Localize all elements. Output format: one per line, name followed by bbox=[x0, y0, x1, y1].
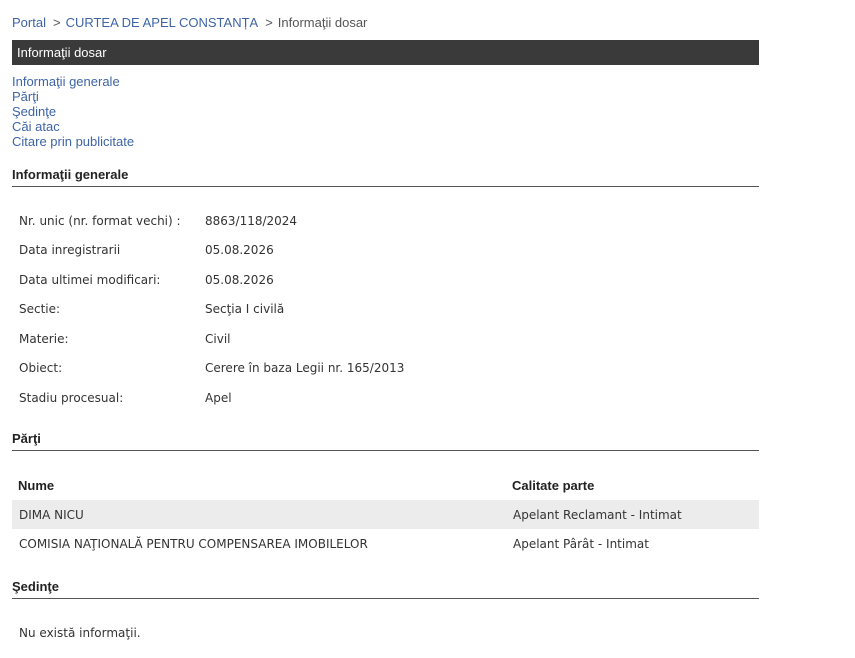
section-title-general: Informaţii generale bbox=[12, 167, 759, 187]
breadcrumb-court-link[interactable]: CURTEA DE APEL CONSTANȚA bbox=[66, 15, 259, 30]
info-value: Secţia I civilă bbox=[205, 302, 285, 317]
anchor-link-general[interactable]: Informaţii generale bbox=[12, 74, 134, 89]
section-title-parti: Părţi bbox=[12, 431, 759, 451]
breadcrumb-current: Informaţii dosar bbox=[277, 15, 368, 30]
page-title-bar: Informaţii dosar bbox=[12, 40, 759, 65]
info-row: Data inregistrarii 05.08.2026 bbox=[19, 236, 404, 266]
info-row: Sectie: Secţia I civilă bbox=[19, 295, 404, 325]
info-label: Stadiu procesual: bbox=[19, 390, 124, 405]
breadcrumb-separator: > bbox=[52, 15, 61, 30]
party-name: DIMA NICU bbox=[12, 500, 506, 529]
anchor-link-sedinte[interactable]: Şedinţe bbox=[12, 104, 134, 119]
party-name: COMISIA NAŢIONALĂ PENTRU COMPENSAREA IMO… bbox=[19, 536, 368, 551]
info-row: Materie: Civil bbox=[19, 324, 404, 354]
info-label: Sectie: bbox=[19, 302, 61, 317]
column-header-nume: Nume bbox=[18, 477, 55, 493]
anchor-link-cai-atac[interactable]: Căi atac bbox=[12, 119, 134, 134]
breadcrumb-portal-link[interactable]: Portal bbox=[12, 15, 46, 30]
table-header-row: Nume Calitate parte bbox=[12, 470, 759, 500]
info-row: Obiect: Cerere în baza Legii nr. 165/201… bbox=[19, 354, 404, 384]
info-label: Data ultimei modificari: bbox=[19, 272, 161, 287]
info-value: 8863/118/2024 bbox=[205, 213, 298, 228]
breadcrumb: Portal > CURTEA DE APEL CONSTANȚA > Informaţ… bbox=[12, 15, 367, 30]
breadcrumb-separator: > bbox=[265, 15, 273, 30]
info-row: Data ultimei modificari: 05.08.2026 bbox=[19, 265, 404, 295]
info-value: Cerere în baza Legii nr. 165/2013 bbox=[205, 361, 405, 376]
info-label: Data inregistrarii bbox=[19, 243, 121, 258]
section-anchor-links: Informaţii generale Părţi Şedinţe Căi at… bbox=[12, 74, 134, 149]
info-label: Nr. unic (nr. format vechi) : bbox=[19, 213, 181, 228]
column-header-calitate: Calitate parte bbox=[512, 477, 595, 493]
section-title-sedinte: Şedinţe bbox=[12, 579, 759, 599]
table-row: COMISIA NAŢIONALĂ PENTRU COMPENSAREA IMO… bbox=[12, 529, 759, 558]
info-value: Civil bbox=[205, 331, 231, 346]
no-info-message: Nu există informaţii. bbox=[19, 626, 141, 640]
info-value: Apel bbox=[205, 390, 232, 405]
general-info-table: Nr. unic (nr. format vechi) : 8863/118/2… bbox=[19, 206, 404, 413]
info-value: 05.08.2026 bbox=[205, 272, 274, 287]
parti-table: Nume Calitate parte DIMA NICU Apelant Re… bbox=[12, 470, 759, 558]
table-row: DIMA NICU Apelant Reclamant - Intimat bbox=[12, 500, 759, 529]
party-role: Apelant Pârât - Intimat bbox=[513, 536, 649, 551]
info-label: Materie: bbox=[19, 331, 69, 346]
info-row: Nr. unic (nr. format vechi) : 8863/118/2… bbox=[19, 206, 404, 236]
info-label: Obiect: bbox=[19, 361, 63, 376]
anchor-link-parti[interactable]: Părţi bbox=[12, 89, 134, 104]
info-value: 05.08.2026 bbox=[205, 243, 274, 258]
info-row: Stadiu procesual: Apel bbox=[19, 383, 404, 413]
party-role: Apelant Reclamant - Intimat bbox=[506, 500, 759, 529]
anchor-link-citare[interactable]: Citare prin publicitate bbox=[12, 134, 134, 149]
